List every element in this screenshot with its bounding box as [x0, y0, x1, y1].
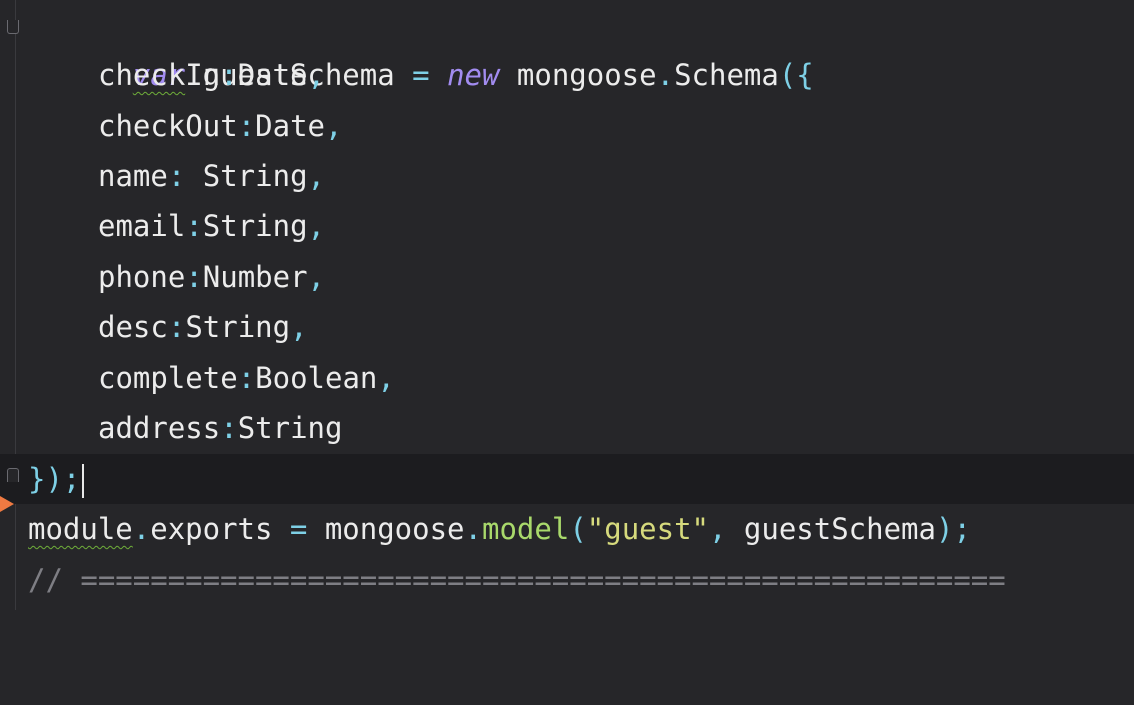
code-line-5[interactable]: email:String, — [0, 201, 1134, 251]
code-editor[interactable]: var guestSchema = new mongoose.Schema({ … — [0, 0, 1134, 610]
field-type: String — [202, 159, 308, 193]
code-line-2[interactable]: checkIn:Date, — [0, 50, 1134, 100]
colon: : — [237, 361, 256, 395]
text-cursor — [82, 464, 85, 498]
field-key: phone — [98, 260, 186, 294]
field-key: checkOut — [98, 109, 238, 143]
field-key: address — [98, 411, 221, 445]
comma: , — [290, 310, 308, 344]
code-line-11[interactable]: module.exports = mongoose.model("guest",… — [0, 504, 1134, 554]
code-line-4[interactable]: name: String, — [0, 151, 1134, 201]
field-type: Boolean — [255, 361, 378, 395]
colon: : — [167, 159, 203, 193]
close-paren: ); — [935, 512, 971, 546]
colon: : — [185, 209, 203, 243]
comment: // =====================================… — [28, 563, 1006, 597]
code-line-3[interactable]: checkOut:Date, — [0, 101, 1134, 151]
field-key: name — [98, 159, 168, 193]
dot: . — [464, 512, 482, 546]
code-line-9[interactable]: address:String — [0, 403, 1134, 453]
field-type: Date — [255, 109, 325, 143]
fold-close-icon[interactable] — [7, 468, 19, 482]
identifier-module: module — [28, 512, 133, 546]
field-key: complete — [98, 361, 238, 395]
separator: , — [709, 512, 744, 546]
code-line-10-current[interactable]: }); — [0, 454, 1134, 504]
field-type: Number — [202, 260, 308, 294]
comma: , — [307, 58, 325, 92]
identifier-mongoose: mongoose — [324, 512, 465, 546]
code-line-12[interactable]: // =====================================… — [0, 555, 1134, 605]
identifier-exports: exports — [150, 512, 273, 546]
code-line-1[interactable]: var guestSchema = new mongoose.Schema({ — [0, 0, 1134, 92]
field-type: String — [237, 411, 343, 445]
comma: , — [325, 109, 343, 143]
field-key: checkIn — [98, 58, 221, 92]
colon: : — [167, 310, 186, 344]
field-type: String — [185, 310, 291, 344]
string-guest: "guest" — [586, 512, 709, 546]
comma: , — [307, 159, 325, 193]
field-key: desc — [98, 310, 168, 344]
colon: : — [185, 260, 203, 294]
comma: , — [377, 361, 395, 395]
code-line-6[interactable]: phone:Number, — [0, 252, 1134, 302]
close-brace: }); — [28, 462, 81, 496]
field-type: Date — [237, 58, 308, 92]
dot: . — [132, 512, 151, 546]
comma: , — [307, 260, 326, 294]
identifier-guestSchema: guestSchema — [743, 512, 936, 546]
comma: , — [307, 209, 326, 243]
code-line-8[interactable]: complete:Boolean, — [0, 353, 1134, 403]
colon: : — [220, 411, 238, 445]
fold-open-icon[interactable] — [7, 20, 19, 34]
open-paren: ( — [569, 512, 587, 546]
colon: : — [237, 109, 256, 143]
field-type: String — [202, 209, 308, 243]
operator-assign: = — [272, 512, 325, 546]
function-model: model — [482, 512, 570, 546]
field-key: email — [98, 209, 186, 243]
code-line-7[interactable]: desc:String, — [0, 302, 1134, 352]
colon: : — [220, 58, 238, 92]
